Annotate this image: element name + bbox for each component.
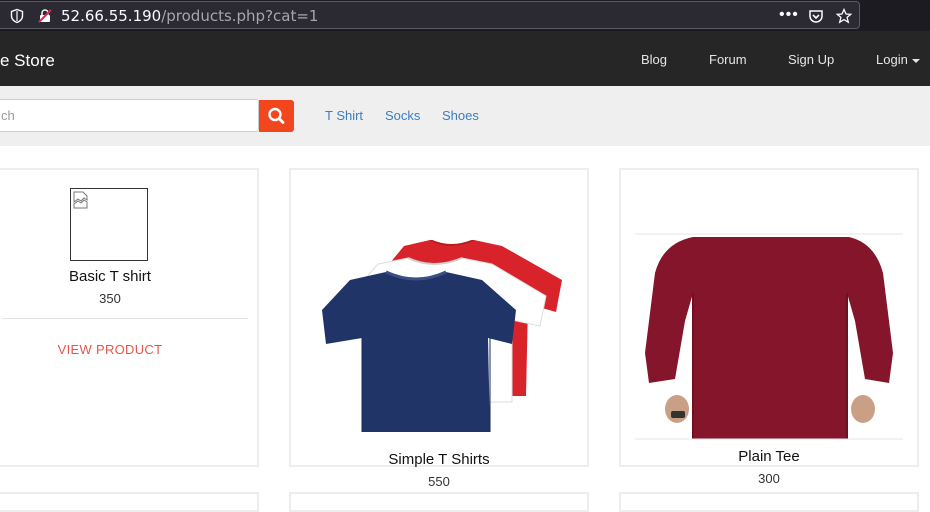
page-actions-menu-icon[interactable]: •••: [779, 6, 799, 24]
category-tshirt[interactable]: T Shirt: [325, 108, 363, 123]
product-price: 550: [428, 474, 450, 489]
url-text[interactable]: 52.66.55.190/products.php?cat=1: [61, 7, 318, 25]
product-card: Simple T Shirts 550: [289, 168, 589, 489]
url-path: /products.php?cat=1: [161, 7, 319, 25]
product-card: Plain Tee 300: [619, 168, 919, 486]
product-card-body: Basic T shirt 350 VIEW PRODUCT: [2, 170, 261, 465]
site-navbar: e Store Blog Forum Sign Up Login: [0, 31, 930, 86]
product-image[interactable]: [70, 188, 148, 261]
broken-image-icon: [73, 191, 88, 209]
product-card: [289, 492, 589, 512]
chevron-down-icon: [911, 58, 920, 63]
product-image[interactable]: [635, 233, 905, 443]
insecure-lock-icon[interactable]: [37, 8, 53, 24]
nav-login-label: Login: [876, 52, 908, 67]
search-button[interactable]: [259, 100, 294, 132]
search-strip: ch T Shirt Socks Shoes: [0, 86, 930, 146]
brand-logo[interactable]: e Store: [0, 51, 55, 71]
product-image[interactable]: [316, 240, 566, 436]
pocket-icon[interactable]: [808, 8, 824, 24]
nav-signup[interactable]: Sign Up: [788, 52, 834, 67]
product-card: [619, 492, 919, 512]
category-socks[interactable]: Socks: [385, 108, 420, 123]
product-price: 350: [99, 291, 121, 306]
shield-icon[interactable]: [9, 8, 25, 24]
card-divider: [2, 318, 248, 319]
product-name: Plain Tee: [738, 448, 800, 465]
product-card: Basic T shirt 350 VIEW PRODUCT: [0, 168, 259, 467]
browser-toolbar: 52.66.55.190/products.php?cat=1 •••: [0, 0, 930, 31]
nav-blog[interactable]: Blog: [641, 52, 667, 67]
url-host: 52.66.55.190: [61, 7, 162, 25]
nav-forum[interactable]: Forum: [709, 52, 747, 67]
search-input[interactable]: ch: [0, 99, 259, 132]
product-name: Basic T shirt: [69, 268, 151, 285]
bookmark-star-icon[interactable]: [836, 8, 852, 24]
view-product-link[interactable]: VIEW PRODUCT: [2, 342, 218, 357]
search-icon: [268, 107, 285, 124]
nav-login[interactable]: Login: [876, 52, 920, 67]
category-shoes[interactable]: Shoes: [442, 108, 479, 123]
product-card: [0, 492, 259, 512]
product-name: Simple T Shirts: [388, 451, 490, 468]
url-bar[interactable]: 52.66.55.190/products.php?cat=1 •••: [0, 1, 860, 29]
product-price: 300: [758, 471, 780, 486]
